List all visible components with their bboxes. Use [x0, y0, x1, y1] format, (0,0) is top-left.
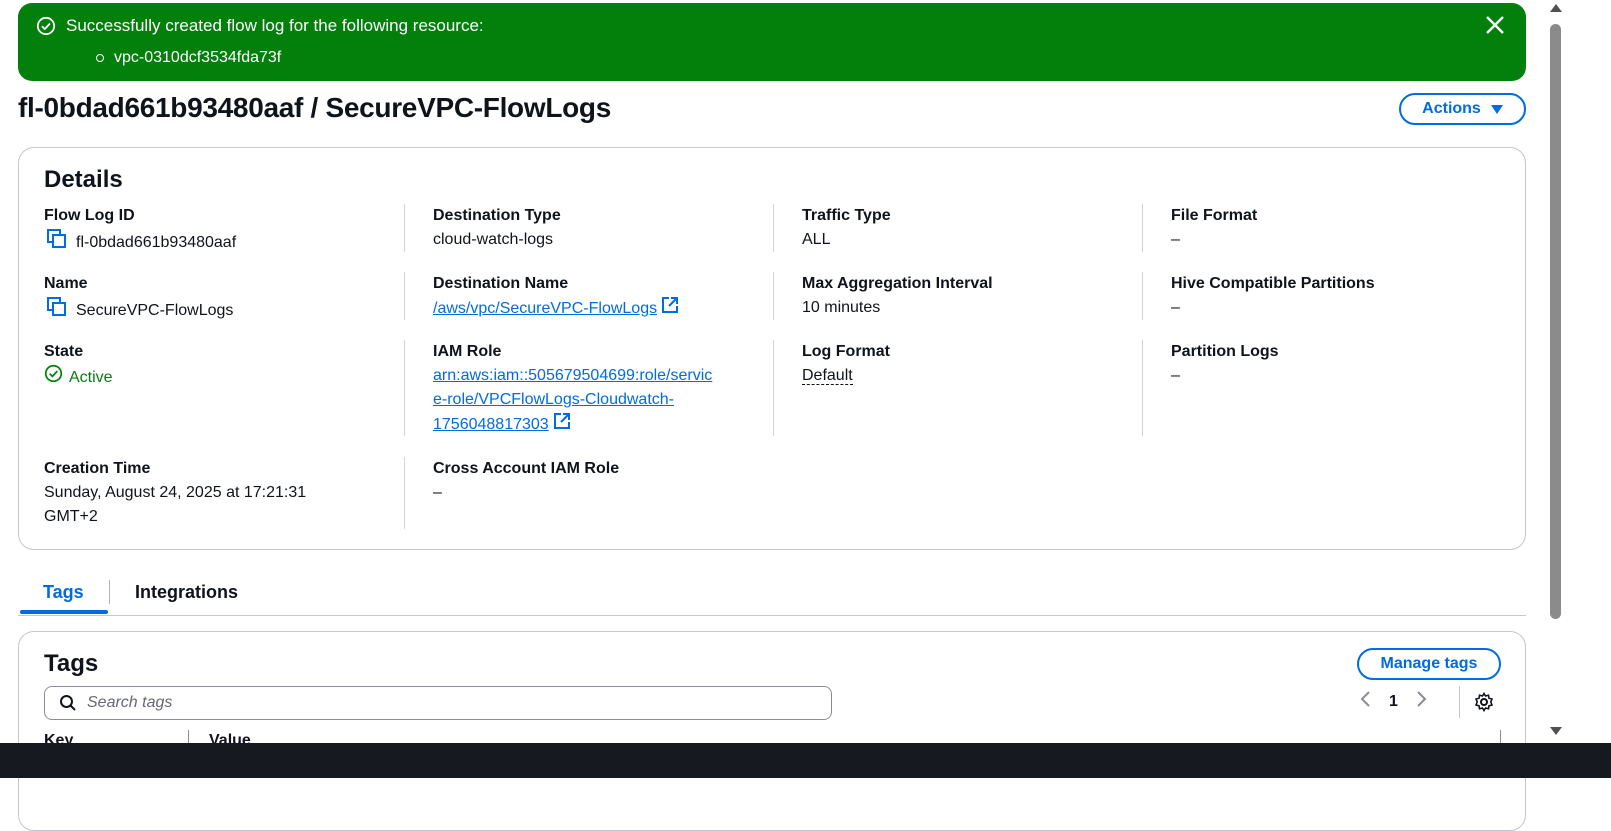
hive-compatible-partitions-value: –: [1171, 299, 1180, 316]
bottom-bar: [0, 743, 1611, 778]
chevron-left-icon[interactable]: [1359, 690, 1371, 713]
partition-logs-value: –: [1171, 367, 1180, 384]
destination-name-field: Destination Name /aws/vpc/SecureVPC-Flow…: [433, 272, 679, 322]
destination-type-label: Destination Type: [433, 207, 561, 224]
log-format-field: Log Format Default: [802, 340, 890, 388]
caret-down-icon: [1490, 104, 1503, 114]
destination-type-field: Destination Type cloud-watch-logs: [433, 204, 561, 252]
page-number[interactable]: 1: [1389, 693, 1398, 711]
copy-icon[interactable]: [46, 228, 68, 258]
name-label: Name: [44, 275, 88, 292]
destination-name-label: Destination Name: [433, 275, 569, 292]
tab-bar: Tags Integrations: [18, 570, 1526, 616]
iam-role-label: IAM Role: [433, 343, 502, 360]
pagination: 1: [1359, 690, 1428, 713]
iam-role-field: IAM Role arn:aws:iam::505679504699:role/…: [433, 340, 712, 438]
cross-account-iam-role-label: Cross Account IAM Role: [433, 460, 620, 477]
search-tags-input[interactable]: [85, 693, 785, 713]
creation-time-line1: Sunday, August 24, 2025 at 17:21:31: [44, 484, 307, 501]
bullet-icon: [96, 54, 104, 62]
traffic-type-field: Traffic Type ALL: [802, 204, 891, 252]
active-tab-indicator: [20, 610, 108, 614]
flow-log-id-value: fl-0bdad661b93480aaf: [76, 234, 237, 252]
page-title: fl-0bdad661b93480aaf / SecureVPC-FlowLog…: [18, 92, 612, 123]
tags-heading: Tags: [44, 650, 99, 677]
iam-role-link-line2[interactable]: e-role/VPCFlowLogs-Cloudwatch-: [433, 391, 674, 408]
partition-logs-field: Partition Logs –: [1171, 340, 1279, 388]
iam-role-link-line3[interactable]: 1756048817303: [433, 416, 549, 433]
actions-button[interactable]: Actions: [1399, 93, 1526, 125]
actions-label: Actions: [1422, 100, 1481, 117]
close-icon[interactable]: [1484, 14, 1506, 36]
state-label: State: [44, 343, 84, 360]
tab-integrations[interactable]: Integrations: [135, 582, 238, 603]
search-icon: [59, 694, 77, 712]
traffic-type-value: ALL: [802, 231, 831, 248]
scrollbar-thumb[interactable]: [1550, 24, 1561, 619]
cross-account-iam-role-field: Cross Account IAM Role –: [433, 457, 619, 505]
hive-compatible-partitions-field: Hive Compatible Partitions –: [1171, 272, 1375, 320]
tab-tags[interactable]: Tags: [43, 582, 84, 603]
status-badge: Active: [44, 364, 113, 391]
partition-logs-label: Partition Logs: [1171, 343, 1279, 360]
flow-log-id-label: Flow Log ID: [44, 207, 135, 224]
creation-time-line2: GMT+2: [44, 508, 98, 525]
flash-resource-item: vpc-0310dcf3534fda73f: [96, 49, 281, 67]
traffic-type-label: Traffic Type: [802, 207, 891, 224]
max-aggregation-interval-label: Max Aggregation Interval: [802, 275, 993, 292]
iam-role-link-line1[interactable]: arn:aws:iam::505679504699:role/servic: [433, 367, 712, 384]
creation-time-label: Creation Time: [44, 460, 151, 477]
file-format-label: File Format: [1171, 207, 1258, 224]
flash-message: Successfully created flow log for the fo…: [66, 16, 484, 35]
flow-log-id-field: Flow Log ID fl-0bdad661b93480aaf: [44, 204, 236, 258]
gear-icon[interactable]: [1474, 691, 1494, 717]
details-panel: Details Flow Log ID fl-0bdad661b93480aaf…: [18, 147, 1526, 550]
scroll-down-arrow-icon[interactable]: [1550, 727, 1562, 735]
search-tags-box: [44, 686, 832, 720]
check-circle-icon: [44, 364, 63, 391]
check-circle-icon: [36, 16, 56, 41]
flash-resource-id: vpc-0310dcf3534fda73f: [114, 49, 282, 66]
log-format-label: Log Format: [802, 343, 890, 360]
chevron-right-icon[interactable]: [1416, 690, 1428, 713]
hive-compatible-partitions-label: Hive Compatible Partitions: [1171, 275, 1375, 292]
name-value: SecureVPC-FlowLogs: [76, 302, 234, 320]
success-flash-banner: Successfully created flow log for the fo…: [18, 3, 1526, 81]
external-link-icon[interactable]: [661, 296, 679, 322]
name-field: Name SecureVPC-FlowLogs: [44, 272, 233, 326]
max-aggregation-interval-value: 10 minutes: [802, 299, 881, 316]
scroll-up-arrow-icon[interactable]: [1550, 4, 1562, 12]
max-aggregation-interval-field: Max Aggregation Interval 10 minutes: [802, 272, 993, 320]
state-value: Active: [69, 368, 113, 386]
copy-icon[interactable]: [46, 296, 68, 326]
external-link-icon[interactable]: [553, 412, 571, 438]
destination-name-link[interactable]: /aws/vpc/SecureVPC-FlowLogs: [433, 300, 657, 317]
log-format-value[interactable]: Default: [802, 367, 853, 385]
file-format-field: File Format –: [1171, 204, 1257, 252]
details-heading: Details: [44, 166, 123, 193]
manage-tags-button[interactable]: Manage tags: [1357, 648, 1501, 680]
cross-account-iam-role-value: –: [433, 484, 442, 501]
file-format-value: –: [1171, 231, 1180, 248]
state-field: State Active: [44, 340, 113, 391]
destination-type-value: cloud-watch-logs: [433, 231, 554, 248]
tags-panel: Tags Manage tags 1 Key Value: [18, 631, 1526, 831]
creation-time-field: Creation Time Sunday, August 24, 2025 at…: [44, 457, 306, 529]
